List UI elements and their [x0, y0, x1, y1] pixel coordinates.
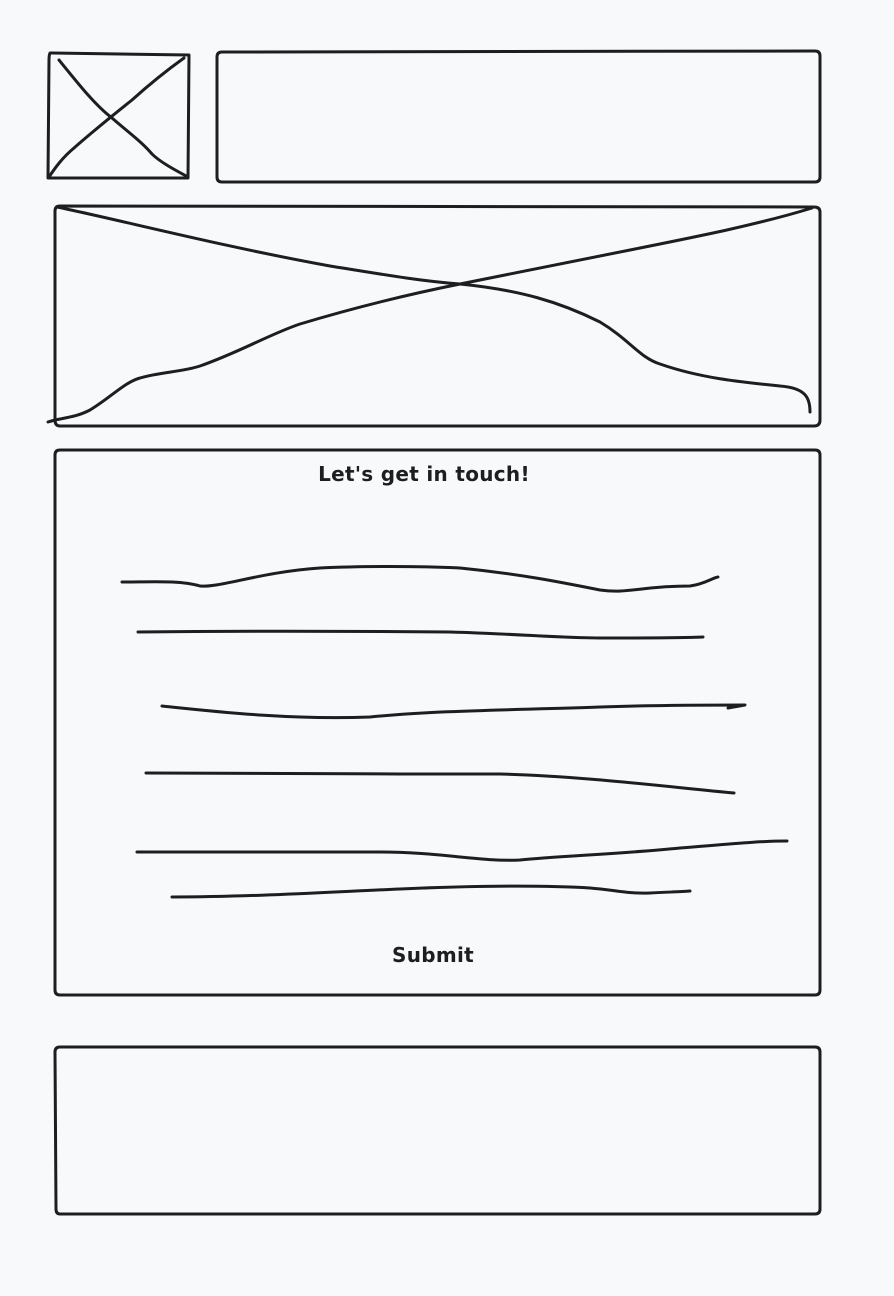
- form-field-line[interactable]: [135, 839, 789, 862]
- contact-form-heading: Let's get in touch!: [318, 462, 530, 486]
- form-field-line[interactable]: [160, 703, 747, 720]
- wireframe-canvas: Let's get in touch! Submit: [0, 0, 894, 1296]
- hero-image-placeholder: [46, 204, 822, 428]
- form-field-line[interactable]: [170, 884, 692, 899]
- submit-button[interactable]: Submit: [0, 943, 866, 967]
- wireframe-sketch: [46, 49, 822, 1216]
- logo-image-placeholder: [46, 51, 191, 180]
- form-field-line[interactable]: [136, 629, 705, 640]
- form-field-line[interactable]: [120, 565, 720, 593]
- form-field-line[interactable]: [144, 771, 736, 795]
- header-box: [215, 49, 822, 184]
- footer-box: [53, 1045, 822, 1216]
- contact-form-box: [53, 448, 822, 997]
